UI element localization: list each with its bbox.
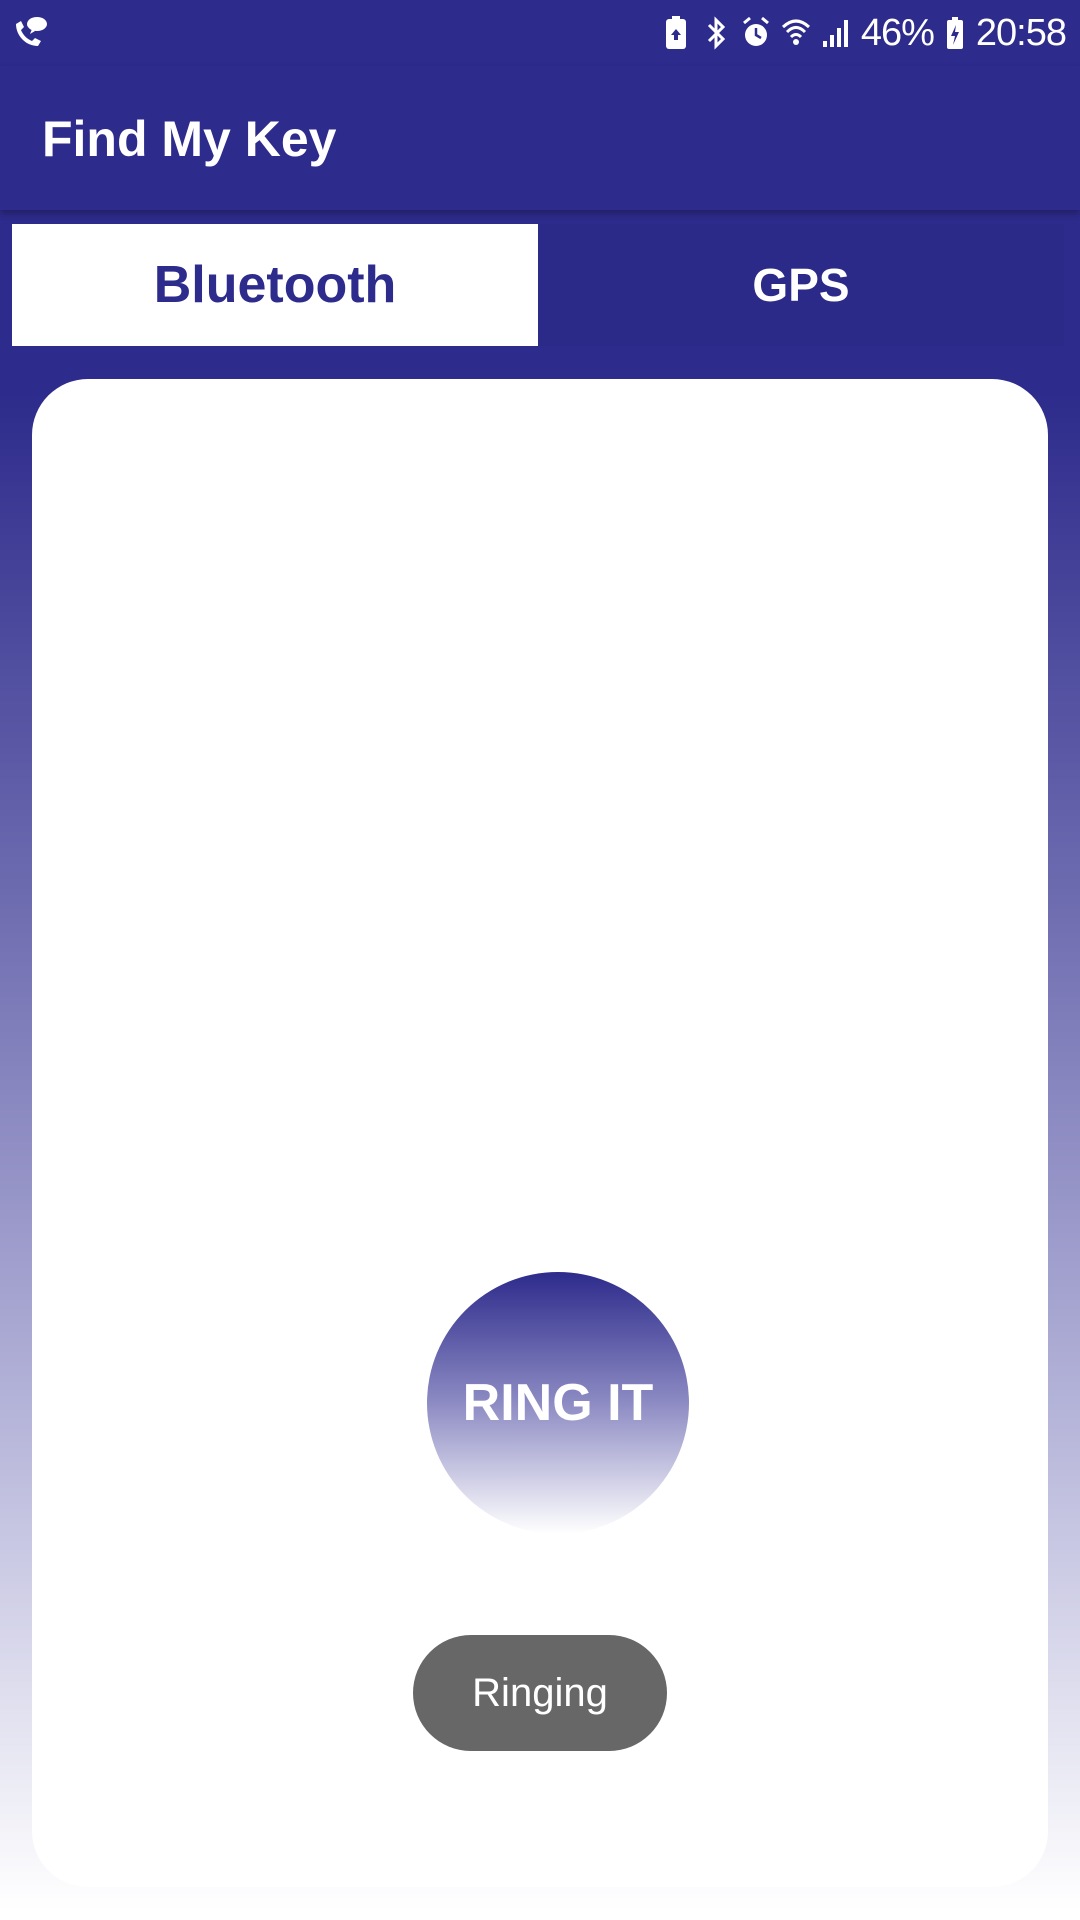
tab-bar: Bluetooth GPS: [12, 224, 1064, 346]
wifi-icon: [781, 19, 810, 45]
phone-chat-icon: [16, 17, 47, 46]
app-bar: Find My Key: [0, 66, 1080, 210]
app-title: Find My Key: [42, 111, 337, 167]
battery-percent: 46%: [860, 11, 935, 54]
status-icons: 46% 20:58: [661, 10, 1067, 56]
signal-icon: [822, 20, 848, 47]
clock: 20:58: [975, 11, 1067, 54]
battery-saver-icon: [665, 16, 686, 49]
bluetooth-icon: [707, 16, 725, 50]
battery-charging-icon: [946, 17, 963, 49]
toast-message: Ringing: [413, 1635, 667, 1751]
alarm-icon: [742, 16, 769, 46]
content-card: RING IT Ringing: [32, 379, 1048, 1887]
ring-it-button[interactable]: RING IT: [427, 1272, 689, 1534]
status-bar: 46% 20:58: [0, 0, 1080, 66]
tab-gps[interactable]: GPS: [538, 224, 1064, 346]
tab-bluetooth[interactable]: Bluetooth: [12, 224, 538, 346]
